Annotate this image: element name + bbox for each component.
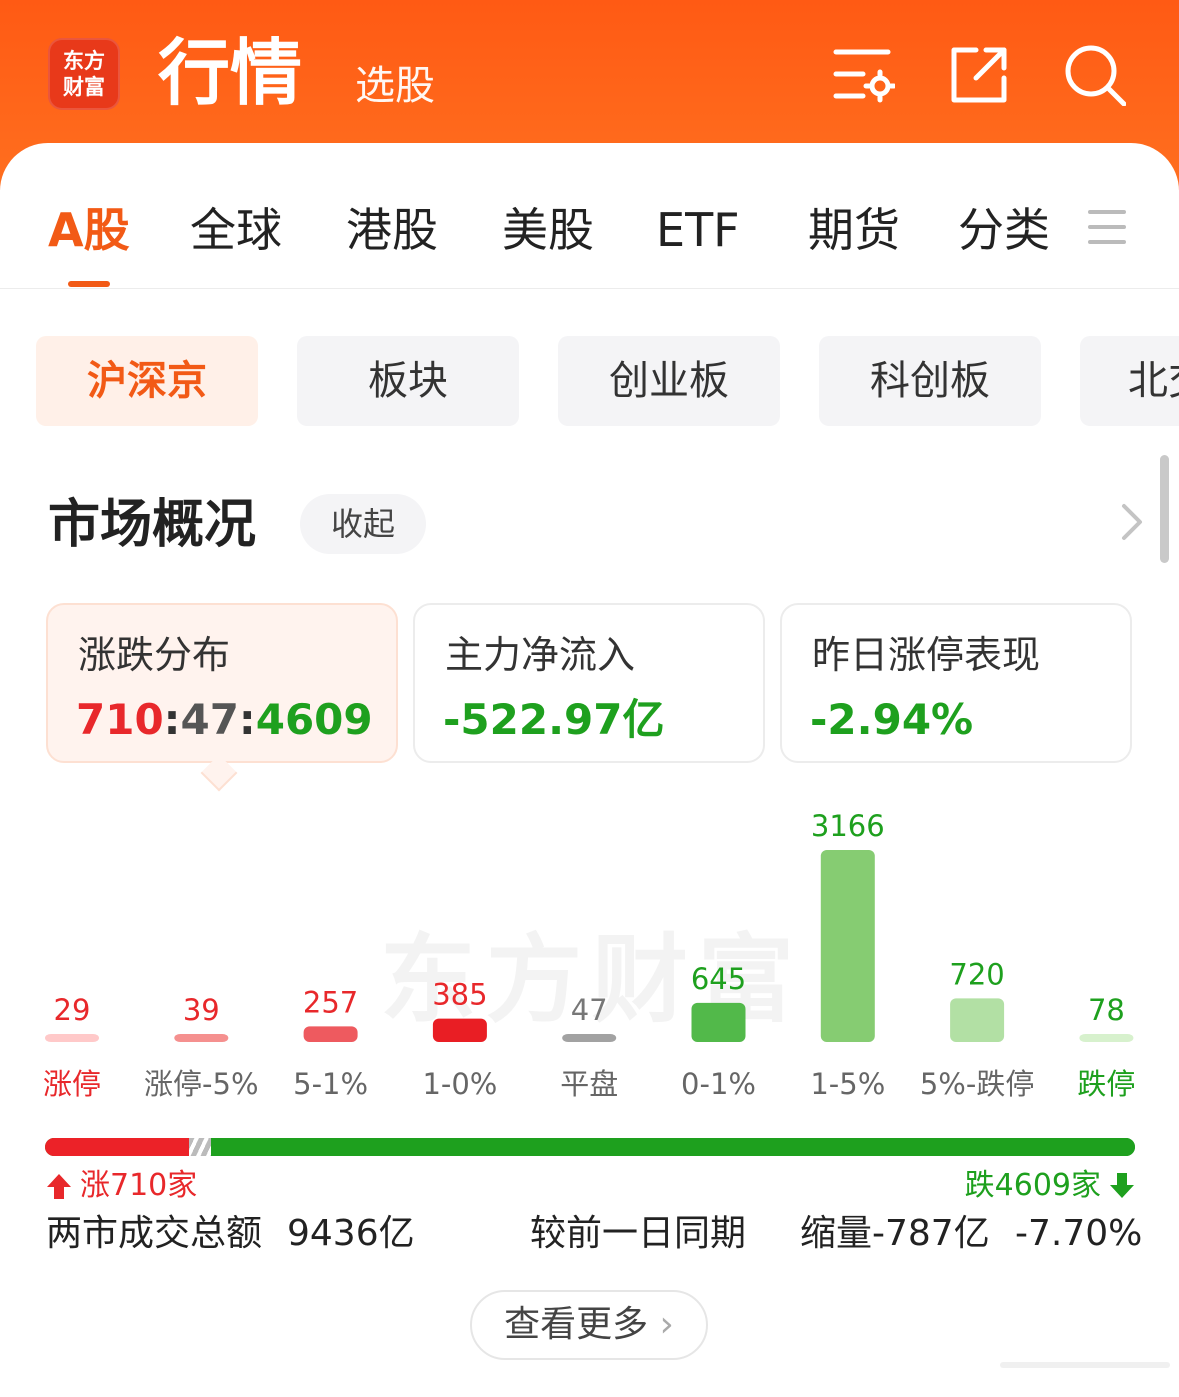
tab-futures[interactable]: 期货 bbox=[808, 200, 900, 260]
tab-us[interactable]: 美股 bbox=[502, 200, 594, 260]
chart-value-label: 257 bbox=[303, 985, 358, 1019]
menu-icon[interactable] bbox=[1088, 208, 1126, 246]
logo-line1: 东方 bbox=[63, 49, 105, 73]
tab-global[interactable]: 全球 bbox=[190, 200, 282, 260]
chart-bar bbox=[174, 1034, 229, 1042]
up-count: 710 bbox=[76, 695, 164, 744]
arrow-up-icon bbox=[47, 1174, 71, 1199]
down-count: 4609 bbox=[255, 695, 373, 744]
tab-category[interactable]: 分类 bbox=[958, 200, 1050, 260]
turnover-label: 两市成交总额 bbox=[46, 1213, 263, 1254]
turnover-value: 9436亿 bbox=[287, 1213, 415, 1254]
chart-category-label: 5%-跌停 bbox=[920, 1067, 1034, 1101]
chart-value-label: 720 bbox=[949, 957, 1004, 991]
tab-etf[interactable]: ETF bbox=[656, 200, 740, 260]
chart-value-label: 78 bbox=[1088, 993, 1125, 1027]
watermark-logo bbox=[1000, 1362, 1170, 1368]
market-tab-bar: A股 全球 港股 美股 ETF 期货 分类 bbox=[0, 190, 1179, 289]
search-icon[interactable] bbox=[1064, 44, 1126, 106]
compare-label: 较前一日同期 bbox=[530, 1213, 747, 1254]
volume-change-pct: -7.70% bbox=[1015, 1213, 1143, 1254]
share-icon[interactable] bbox=[948, 44, 1010, 106]
settings-list-icon[interactable] bbox=[833, 44, 895, 106]
active-tab-indicator bbox=[68, 281, 110, 287]
fall-count: 跌4609家 bbox=[965, 1166, 1135, 1206]
section-title: 市场概况 bbox=[48, 495, 257, 555]
page-title[interactable]: 行情 bbox=[158, 28, 302, 118]
chart-bar bbox=[45, 1034, 99, 1042]
chart-bar bbox=[950, 998, 1005, 1042]
stat-label: 涨跌分布 bbox=[78, 633, 231, 677]
chart-bar bbox=[303, 1026, 358, 1042]
chart-category-label: 1-5% bbox=[810, 1067, 885, 1101]
stat-card-main-inflow[interactable]: 主力净流入 -522.97亿 bbox=[413, 603, 765, 763]
stat-value: -522.97亿 bbox=[443, 695, 665, 744]
chart-value-label: 645 bbox=[691, 962, 746, 996]
chip-star-market[interactable]: 科创板 bbox=[819, 336, 1041, 426]
chart-bar bbox=[820, 850, 875, 1042]
chart-bar bbox=[432, 1018, 487, 1042]
chip-chinext[interactable]: 创业板 bbox=[558, 336, 780, 426]
chart-value-label: 29 bbox=[54, 993, 91, 1027]
distribution-chart: 29 涨停 39 涨停-5% 257 5-1% 385 1-0% 47 平盘 645 0-1% 3166… bbox=[43, 809, 1135, 1101]
stat-label: 主力净流入 bbox=[445, 633, 636, 677]
stat-card-distribution[interactable]: 涨跌分布 710:47:4609 bbox=[46, 603, 398, 763]
chart-bar bbox=[691, 1002, 746, 1042]
rise-count-label: 涨710家 bbox=[80, 1168, 198, 1203]
rise-count: 涨710家 bbox=[46, 1166, 197, 1206]
chart-category-label: 0-1% bbox=[681, 1067, 756, 1101]
collapse-button[interactable]: 收起 bbox=[300, 494, 426, 554]
logo-line2: 财富 bbox=[63, 75, 105, 99]
chart-bar bbox=[562, 1034, 617, 1042]
chevron-right-icon: › bbox=[659, 1304, 674, 1345]
chart-value-label: 385 bbox=[432, 978, 487, 1012]
tab-hk[interactable]: 港股 bbox=[346, 200, 438, 260]
scrollbar[interactable] bbox=[1160, 455, 1169, 563]
volume-change: 缩量-787亿 bbox=[800, 1213, 990, 1254]
view-more-button[interactable]: 查看更多 › bbox=[470, 1290, 708, 1360]
content-card bbox=[0, 143, 1179, 1397]
stat-label: 昨日涨停表现 bbox=[812, 633, 1041, 677]
breadth-up-segment bbox=[45, 1138, 190, 1156]
chart-category-label: 平盘 bbox=[560, 1067, 618, 1101]
chart-category-label: 跌停 bbox=[1077, 1067, 1135, 1101]
fall-count-label: 跌4609家 bbox=[964, 1168, 1101, 1203]
chip-beijing-exchange[interactable]: 北交 bbox=[1080, 336, 1179, 426]
tab-a-share[interactable]: A股 bbox=[48, 200, 130, 260]
stat-value: 710:47:4609 bbox=[76, 695, 373, 744]
stock-picker-tab[interactable]: 选股 bbox=[355, 58, 435, 114]
breadth-down-segment bbox=[211, 1138, 1135, 1156]
chip-shanghai-shenzhen-beijing[interactable]: 沪深京 bbox=[36, 336, 258, 426]
chart-value-label: 3166 bbox=[811, 809, 885, 843]
breadth-bar bbox=[45, 1138, 1135, 1156]
view-more-label: 查看更多 bbox=[504, 1304, 649, 1345]
chart-value-label: 39 bbox=[183, 993, 220, 1027]
chevron-right-icon[interactable] bbox=[1116, 502, 1146, 542]
stat-value: -2.94% bbox=[810, 695, 974, 744]
arrow-down-icon bbox=[1110, 1173, 1134, 1198]
chart-value-label: 47 bbox=[571, 993, 608, 1027]
stat-card-limit-up-performance[interactable]: 昨日涨停表现 -2.94% bbox=[780, 603, 1132, 763]
chart-category-label: 5-1% bbox=[293, 1067, 368, 1101]
breadth-flat-segment bbox=[189, 1138, 212, 1156]
chart-category-label: 涨停-5% bbox=[144, 1067, 258, 1101]
chip-sector[interactable]: 板块 bbox=[297, 336, 519, 426]
chart-category-label: 涨停 bbox=[43, 1067, 101, 1101]
app-logo[interactable]: 东方 财富 bbox=[48, 38, 120, 110]
chart-bar bbox=[1079, 1034, 1134, 1042]
chart-category-label: 1-0% bbox=[422, 1067, 497, 1101]
flat-count: 47 bbox=[180, 695, 239, 744]
